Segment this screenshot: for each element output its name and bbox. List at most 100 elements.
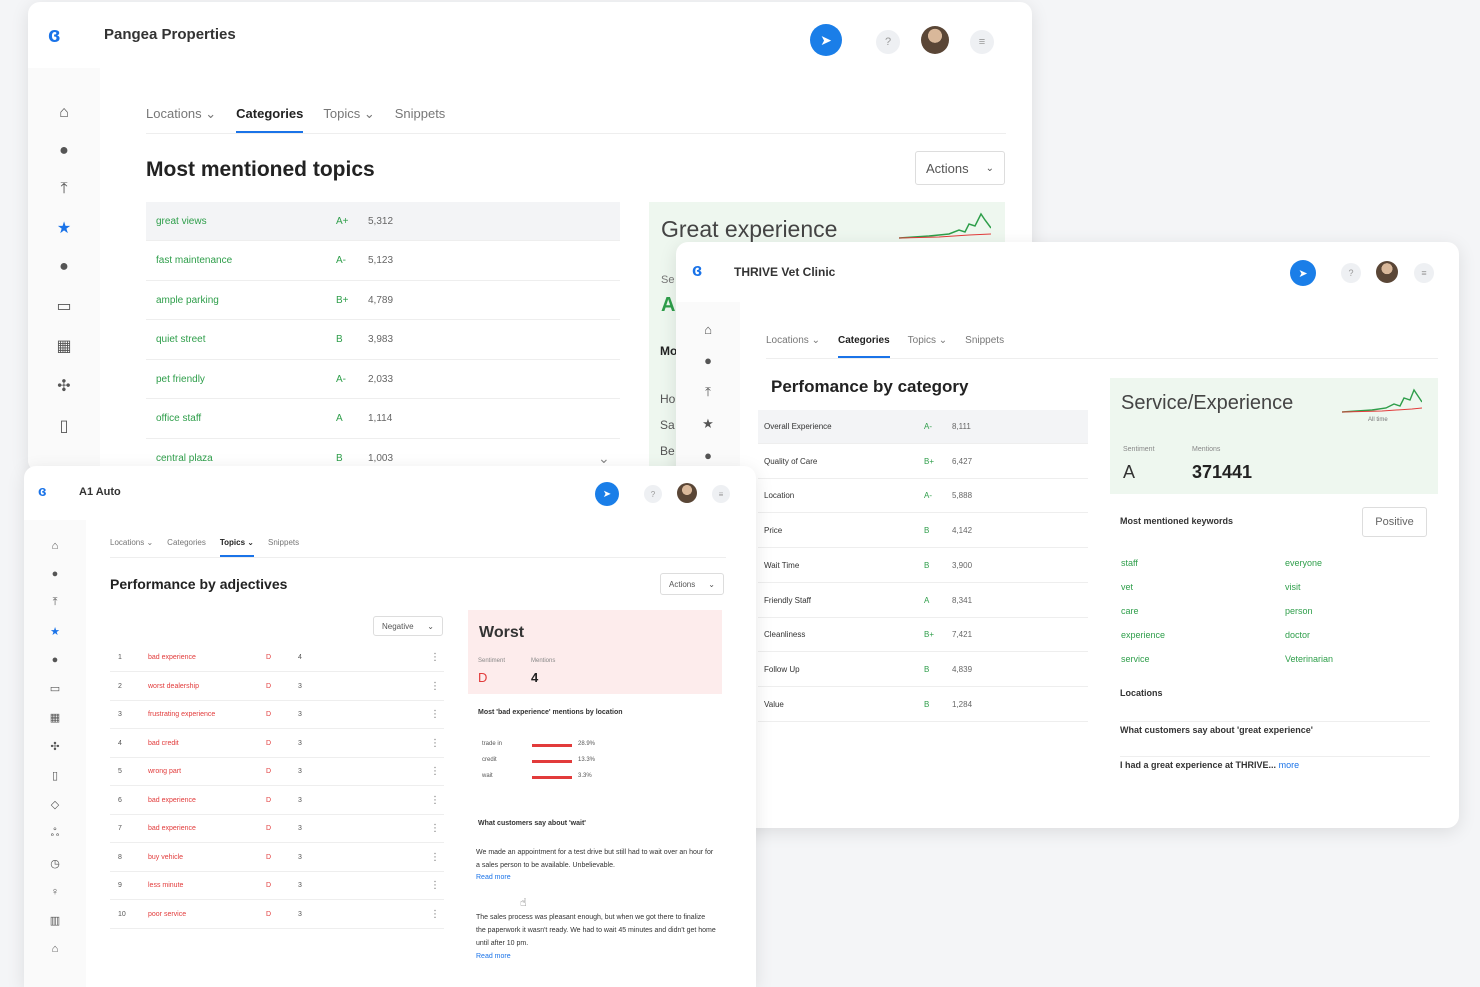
tab-snippets[interactable]: Snippets <box>965 335 1004 358</box>
bulb-icon[interactable]: ♀ <box>51 886 59 898</box>
tab-locations[interactable]: Locations ⌄ <box>146 106 216 133</box>
tab-snippets[interactable]: Snippets <box>395 106 446 133</box>
table-row[interactable]: Price B 4,142 <box>758 514 1088 549</box>
grid-icon[interactable]: ▦ <box>56 336 71 356</box>
table-row[interactable]: Location A- 5,888 <box>758 479 1088 514</box>
clock-icon[interactable]: ◷ <box>50 857 60 870</box>
send-button[interactable]: ➤ <box>1290 260 1316 286</box>
more-options-icon[interactable]: ⋮ <box>430 852 440 863</box>
tab-categories[interactable]: Categories <box>167 538 206 557</box>
keyword[interactable]: vet <box>1121 582 1133 592</box>
table-row[interactable]: 7 bad experience D 3 ⋮ <box>110 815 444 843</box>
grid-icon[interactable]: ▦ <box>50 711 60 724</box>
dollar-icon[interactable]: ● <box>59 258 69 276</box>
worst-card[interactable]: Worst Sentiment Mentions D 4 <box>468 610 722 694</box>
negative-filter[interactable]: Negative ⌄ <box>373 616 443 636</box>
chat-icon[interactable]: ● <box>704 353 712 368</box>
table-row[interactable]: 2 worst dealership D 3 ⋮ <box>110 673 444 701</box>
table-row[interactable]: quiet street B 3,983 <box>146 321 620 360</box>
table-row[interactable]: Cleanliness B+ 7,421 <box>758 618 1088 653</box>
app-logo-icon[interactable]: ɞ <box>692 260 702 281</box>
tab-locations[interactable]: Locations ⌄ <box>766 335 820 358</box>
keyword[interactable]: Veterinarian <box>1285 654 1333 664</box>
read-more-link[interactable]: Read more <box>476 874 511 881</box>
tab-categories[interactable]: Categories <box>236 106 304 133</box>
menu-icon[interactable]: ≡ <box>970 30 994 54</box>
positive-filter[interactable]: Positive <box>1362 507 1427 537</box>
table-row[interactable]: fast maintenance A- 5,123 <box>146 242 620 281</box>
more-options-icon[interactable]: ⋮ <box>430 880 440 891</box>
dollar-icon[interactable]: ● <box>704 448 712 463</box>
more-link[interactable]: more <box>1279 760 1300 770</box>
table-row[interactable]: 6 bad experience D 3 ⋮ <box>110 787 444 815</box>
network-icon[interactable]: ✣ <box>50 740 59 753</box>
help-icon[interactable]: ? <box>644 485 662 503</box>
home-icon[interactable]: ⌂ <box>59 104 69 122</box>
star-icon[interactable]: ★ <box>57 218 71 238</box>
app-logo-icon[interactable]: ɞ <box>48 22 60 48</box>
table-row[interactable]: 5 wrong part D 3 ⋮ <box>110 758 444 786</box>
document-icon[interactable]: ▯ <box>60 416 69 436</box>
house-icon[interactable]: ⌂ <box>52 943 59 955</box>
tab-topics[interactable]: Topics ⌄ <box>219 538 254 557</box>
more-options-icon[interactable]: ⋮ <box>430 766 440 777</box>
table-row[interactable]: Overall Experience A- 8,111 <box>758 410 1088 444</box>
table-row[interactable]: Quality of Care B+ 6,427 <box>758 445 1088 479</box>
app-logo-icon[interactable]: ɞ <box>38 483 47 500</box>
document-icon[interactable]: ▯ <box>52 769 58 782</box>
table-row[interactable]: 10 poor service D 3 ⋮ <box>110 901 444 929</box>
more-options-icon[interactable]: ⋮ <box>430 823 440 834</box>
dollar-icon[interactable]: ● <box>52 654 59 666</box>
chat-icon[interactable]: ● <box>59 142 69 160</box>
service-experience-card[interactable]: Service/Experience All time Sentiment Me… <box>1110 378 1438 494</box>
bar-chart-icon[interactable]: ▥ <box>50 914 60 927</box>
keyword[interactable]: staff <box>1121 558 1138 568</box>
actions-dropdown[interactable]: Actions ⌄ <box>915 151 1005 185</box>
upload-icon[interactable]: ⤒ <box>53 596 58 609</box>
read-more-link[interactable]: Read more <box>476 953 511 960</box>
more-options-icon[interactable]: ⋮ <box>430 652 440 663</box>
keyword[interactable]: experience <box>1121 630 1165 640</box>
keyword[interactable]: care <box>1121 606 1139 616</box>
chat-icon[interactable]: ● <box>52 568 59 580</box>
keyword[interactable]: person <box>1285 606 1313 616</box>
upload-icon[interactable]: ⤒ <box>60 180 67 198</box>
table-row[interactable]: Value B 1,284 <box>758 688 1088 722</box>
table-row[interactable]: 8 buy vehicle D 3 ⋮ <box>110 844 444 872</box>
network-icon[interactable]: ✣ <box>57 376 70 396</box>
home-icon[interactable]: ⌂ <box>52 540 59 552</box>
tab-topics[interactable]: Topics ⌄ <box>323 106 374 133</box>
keyword[interactable]: everyone <box>1285 558 1322 568</box>
table-row[interactable]: 1 bad experience D 4 ⋮ <box>110 644 444 672</box>
table-row[interactable]: Friendly Staff A 8,341 <box>758 584 1088 618</box>
table-row[interactable]: 3 frustrating experience D 3 ⋮ <box>110 701 444 729</box>
tab-categories[interactable]: Categories <box>837 335 890 358</box>
tab-topics[interactable]: Topics ⌄ <box>908 335 948 358</box>
table-row[interactable]: office staff A 1,114 <box>146 400 620 439</box>
table-row[interactable]: Follow Up B 4,839 <box>758 653 1088 687</box>
home-icon[interactable]: ⌂ <box>704 322 712 337</box>
table-row[interactable]: Wait Time B 3,900 <box>758 549 1088 583</box>
star-icon[interactable]: ★ <box>50 625 60 638</box>
help-icon[interactable]: ? <box>1341 263 1361 283</box>
table-row[interactable]: pet friendly A- 2,033 <box>146 360 620 399</box>
star-icon[interactable]: ★ <box>702 416 714 432</box>
table-row[interactable]: 9 less minute D 3 ⋮ <box>110 872 444 900</box>
more-options-icon[interactable]: ⋮ <box>430 681 440 692</box>
upload-icon[interactable]: ⤒ <box>705 384 711 400</box>
menu-icon[interactable]: ≡ <box>1414 263 1434 283</box>
table-row[interactable]: 4 bad credit D 3 ⋮ <box>110 730 444 758</box>
send-button[interactable]: ➤ <box>810 24 842 56</box>
avatar[interactable] <box>921 26 949 54</box>
tag-icon[interactable]: ◇ <box>51 798 59 811</box>
keyword[interactable]: service <box>1121 654 1150 664</box>
calendar-icon[interactable]: ▭ <box>56 296 71 316</box>
table-row[interactable]: great views A+ 5,312 <box>146 202 620 241</box>
send-button[interactable]: ➤ <box>595 482 619 506</box>
more-options-icon[interactable]: ⋮ <box>430 738 440 749</box>
calendar-icon[interactable]: ▭ <box>50 682 60 695</box>
more-options-icon[interactable]: ⋮ <box>430 909 440 920</box>
avatar[interactable] <box>677 483 697 503</box>
users-icon[interactable]: ஃ <box>51 827 60 841</box>
collapse-chevron-icon[interactable]: ⌄ <box>598 450 610 467</box>
